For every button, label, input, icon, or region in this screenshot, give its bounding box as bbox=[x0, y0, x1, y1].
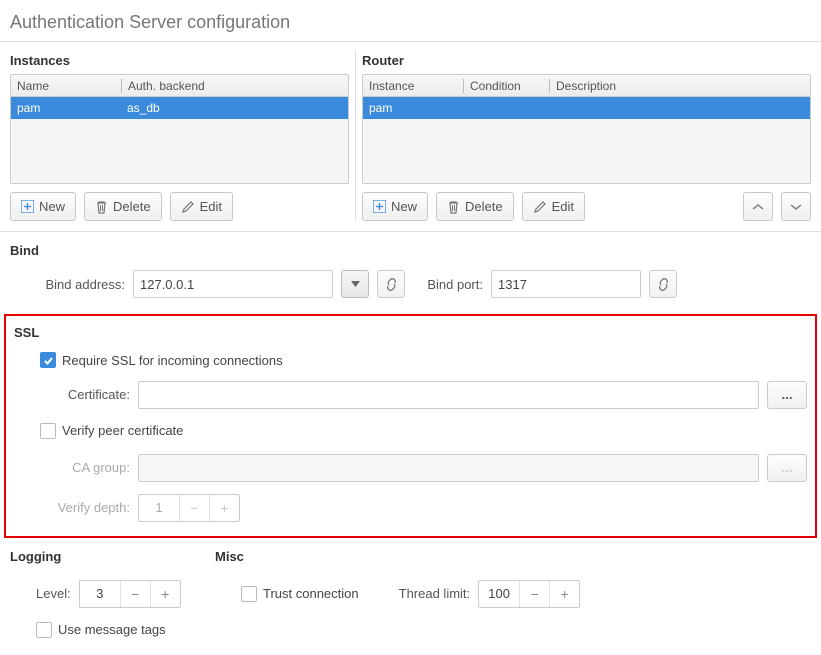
link-icon bbox=[384, 277, 399, 292]
bind-address-label: Bind address: bbox=[30, 277, 125, 292]
checkbox-label: Trust connection bbox=[263, 586, 359, 601]
checkbox-label: Verify peer certificate bbox=[62, 423, 183, 438]
router-delete-button[interactable]: Delete bbox=[436, 192, 514, 221]
col-instance[interactable]: Instance bbox=[363, 75, 463, 96]
ssl-depth-spinner: − + bbox=[138, 494, 240, 522]
router-move-up-button[interactable] bbox=[743, 192, 773, 221]
ssl-section-highlight: SSL Require SSL for incoming connections… bbox=[4, 314, 817, 538]
btn-label: Delete bbox=[113, 199, 151, 214]
router-edit-button[interactable]: Edit bbox=[522, 192, 585, 221]
bind-title: Bind bbox=[10, 240, 811, 264]
triangle-down-icon bbox=[351, 281, 360, 287]
btn-label: Edit bbox=[552, 199, 574, 214]
cell-description bbox=[548, 97, 810, 119]
instances-edit-button[interactable]: Edit bbox=[170, 192, 233, 221]
router-grid[interactable]: Instance Condition Description pam bbox=[362, 74, 811, 184]
table-row[interactable]: pam as_db bbox=[11, 97, 348, 119]
btn-label: New bbox=[391, 199, 417, 214]
router-header: Instance Condition Description bbox=[363, 75, 810, 97]
bind-port-input[interactable] bbox=[491, 270, 641, 298]
instances-delete-button[interactable]: Delete bbox=[84, 192, 162, 221]
plus-icon bbox=[373, 200, 386, 213]
btn-label: Delete bbox=[465, 199, 503, 214]
spin-plus-button: + bbox=[209, 495, 239, 521]
router-move-down-button[interactable] bbox=[781, 192, 811, 221]
checkbox-label: Use message tags bbox=[58, 622, 166, 637]
instances-header: Name Auth. backend bbox=[11, 75, 348, 97]
ssl-require-checkbox[interactable]: Require SSL for incoming connections bbox=[40, 352, 283, 368]
chevron-down-icon bbox=[790, 203, 802, 211]
chevron-up-icon bbox=[752, 203, 764, 211]
instances-grid[interactable]: Name Auth. backend pam as_db bbox=[10, 74, 349, 184]
misc-thread-label: Thread limit: bbox=[399, 586, 471, 601]
bind-address-link-button[interactable] bbox=[377, 270, 405, 298]
pencil-icon bbox=[533, 200, 547, 214]
spin-minus-button[interactable]: − bbox=[120, 581, 150, 607]
ssl-verify-checkbox[interactable]: Verify peer certificate bbox=[40, 423, 183, 439]
logging-level-label: Level: bbox=[36, 586, 71, 601]
misc-thread-input[interactable] bbox=[479, 581, 519, 607]
misc-thread-spinner[interactable]: − + bbox=[478, 580, 580, 608]
router-new-button[interactable]: New bbox=[362, 192, 428, 221]
logging-tags-checkbox[interactable]: Use message tags bbox=[36, 622, 166, 638]
ssl-depth-input bbox=[139, 495, 179, 521]
btn-label: Edit bbox=[200, 199, 222, 214]
router-title: Router bbox=[362, 50, 811, 74]
link-icon bbox=[656, 277, 671, 292]
trash-icon bbox=[447, 200, 460, 214]
cell-name: pam bbox=[11, 97, 121, 119]
ssl-cagroup-input bbox=[138, 454, 759, 482]
pencil-icon bbox=[181, 200, 195, 214]
checkbox-label: Require SSL for incoming connections bbox=[62, 353, 283, 368]
ssl-cert-browse-button[interactable]: ... bbox=[767, 381, 807, 409]
cell-instance: pam bbox=[363, 97, 463, 119]
cell-backend: as_db bbox=[121, 97, 348, 119]
misc-trust-checkbox[interactable]: Trust connection bbox=[241, 586, 359, 602]
bind-address-dropdown[interactable] bbox=[341, 270, 369, 298]
ssl-cagroup-label: CA group: bbox=[40, 460, 130, 475]
col-description[interactable]: Description bbox=[550, 75, 810, 96]
ssl-depth-label: Verify depth: bbox=[40, 500, 130, 515]
logging-title: Logging bbox=[10, 546, 215, 570]
spin-minus-button[interactable]: − bbox=[519, 581, 549, 607]
btn-label: New bbox=[39, 199, 65, 214]
bind-port-link-button[interactable] bbox=[649, 270, 677, 298]
bind-port-label: Bind port: bbox=[413, 277, 483, 292]
logging-level-spinner[interactable]: − + bbox=[79, 580, 181, 608]
spin-plus-button[interactable]: + bbox=[150, 581, 180, 607]
ssl-cagroup-browse-button: ... bbox=[767, 454, 807, 482]
plus-icon bbox=[21, 200, 34, 213]
page-title: Authentication Server configuration bbox=[0, 0, 821, 42]
trash-icon bbox=[95, 200, 108, 214]
instances-title: Instances bbox=[10, 50, 349, 74]
bind-address-input[interactable] bbox=[133, 270, 333, 298]
cell-condition bbox=[463, 97, 548, 119]
table-row[interactable]: pam bbox=[363, 97, 810, 119]
spin-minus-button: − bbox=[179, 495, 209, 521]
col-backend[interactable]: Auth. backend bbox=[122, 75, 348, 96]
ssl-cert-label: Certificate: bbox=[40, 387, 130, 402]
ssl-cert-input[interactable] bbox=[138, 381, 759, 409]
logging-level-input[interactable] bbox=[80, 581, 120, 607]
instances-new-button[interactable]: New bbox=[10, 192, 76, 221]
col-name[interactable]: Name bbox=[11, 75, 121, 96]
ssl-title: SSL bbox=[14, 322, 807, 346]
misc-title: Misc bbox=[215, 546, 811, 570]
spin-plus-button[interactable]: + bbox=[549, 581, 579, 607]
col-condition[interactable]: Condition bbox=[464, 75, 549, 96]
